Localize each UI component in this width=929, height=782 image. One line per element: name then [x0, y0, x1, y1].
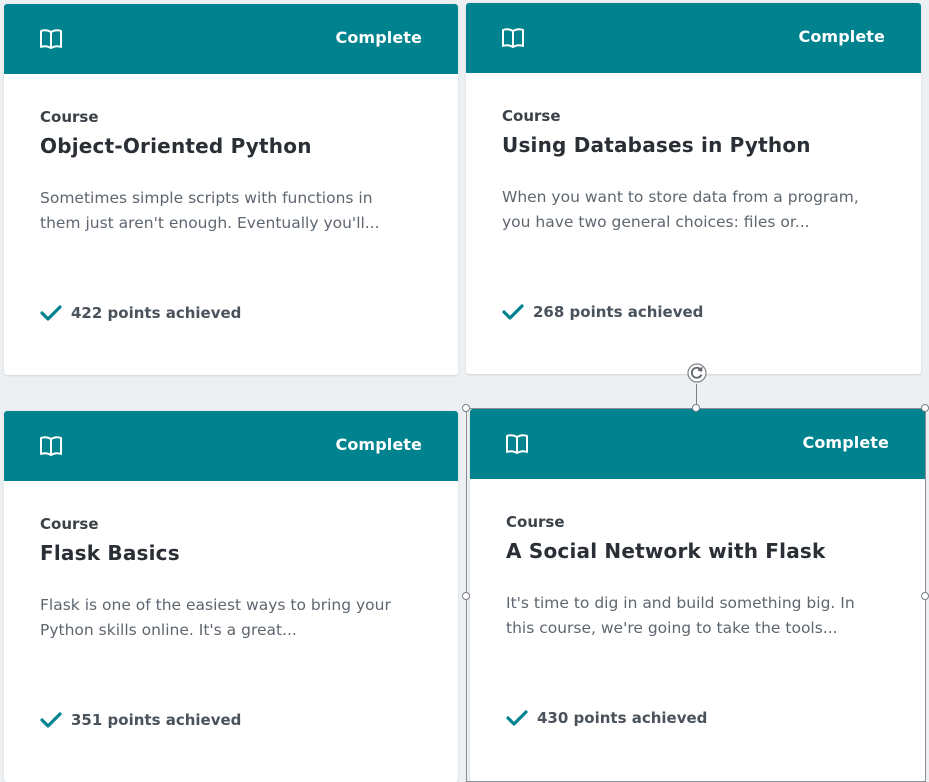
content-type-label: Course — [506, 513, 565, 531]
course-description: It's time to dig in and build something … — [506, 594, 855, 637]
book-icon — [502, 28, 524, 48]
course-title[interactable]: Using Databases in Python — [502, 133, 811, 157]
course-card[interactable]: Complete Course Using Databases in Pytho… — [466, 3, 921, 374]
status-label: Complete — [802, 433, 889, 452]
book-icon — [506, 434, 528, 454]
points-label: 351 points achieved — [71, 711, 242, 729]
points-label: 422 points achieved — [71, 304, 242, 322]
card-header: Complete — [470, 409, 925, 479]
points-status: 268 points achieved — [502, 303, 703, 321]
book-icon — [40, 436, 62, 456]
points-label: 268 points achieved — [533, 303, 704, 321]
check-icon — [502, 304, 524, 320]
course-description: When you want to store data from a progr… — [502, 188, 859, 231]
content-type-label: Course — [502, 107, 561, 125]
card-header: Complete — [4, 4, 458, 74]
check-icon — [40, 305, 62, 321]
content-type-label: Course — [40, 515, 99, 533]
status-label: Complete — [798, 27, 885, 46]
status-label: Complete — [335, 28, 422, 47]
book-icon — [40, 29, 62, 49]
course-card[interactable]: Complete Course Object-Oriented Python S… — [4, 4, 458, 375]
course-card[interactable]: Complete Course Flask Basics Flask is on… — [4, 411, 458, 782]
card-header: Complete — [466, 3, 921, 73]
card-header: Complete — [4, 411, 458, 481]
points-status: 430 points achieved — [506, 709, 707, 727]
check-icon — [506, 710, 528, 726]
course-description: Flask is one of the easiest ways to brin… — [40, 596, 391, 639]
resize-handle-top-left[interactable] — [462, 404, 470, 412]
course-title[interactable]: Flask Basics — [40, 541, 180, 565]
resize-handle-middle-right[interactable] — [921, 592, 929, 600]
content-type-label: Course — [40, 108, 99, 126]
points-status: 422 points achieved — [40, 304, 241, 322]
course-description: Sometimes simple scripts with functions … — [40, 189, 380, 232]
status-label: Complete — [335, 435, 422, 454]
resize-handle-top-center[interactable] — [692, 404, 700, 412]
resize-handle-top-right[interactable] — [921, 404, 929, 412]
points-status: 351 points achieved — [40, 711, 241, 729]
course-title[interactable]: A Social Network with Flask — [506, 539, 826, 563]
rotate-handle-icon[interactable] — [686, 362, 708, 384]
points-label: 430 points achieved — [537, 709, 708, 727]
check-icon — [40, 712, 62, 728]
course-card[interactable]: Complete Course A Social Network with Fl… — [470, 409, 925, 782]
course-title[interactable]: Object-Oriented Python — [40, 134, 312, 158]
resize-handle-middle-left[interactable] — [462, 592, 470, 600]
